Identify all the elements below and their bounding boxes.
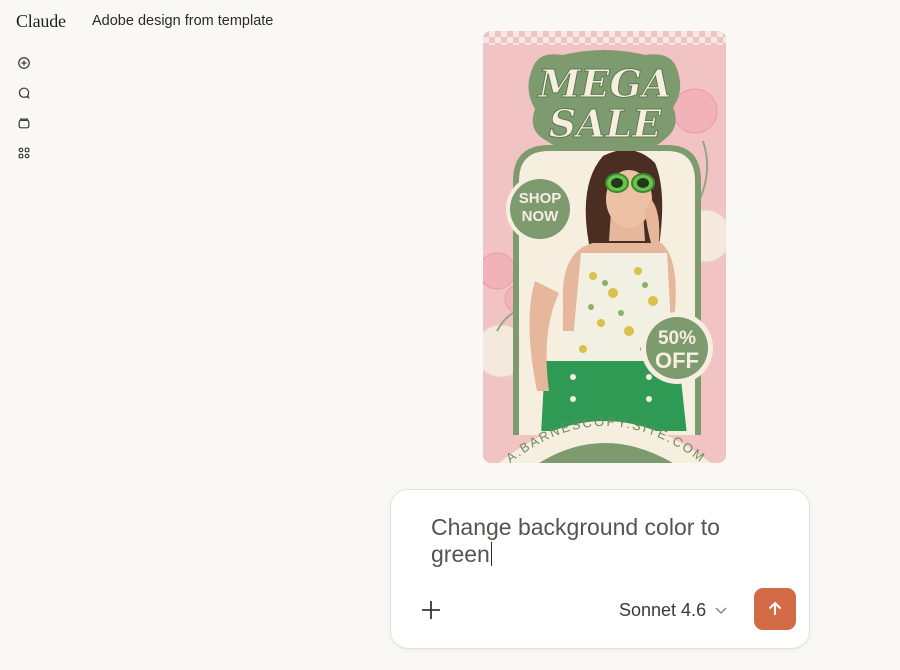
- poster-preview[interactable]: MEGA SALE SHOP NOW 50% OFF A.BARNESCOPY.…: [483, 31, 726, 463]
- message-composer: Change background color to green Sonnet …: [390, 489, 810, 649]
- message-input-text: Change background color to green: [431, 514, 727, 567]
- text-caret: [490, 542, 492, 566]
- artifacts-button[interactable]: [14, 143, 34, 163]
- new-chat-button[interactable]: [14, 53, 34, 73]
- checker-border: [483, 31, 726, 45]
- chats-button[interactable]: [14, 83, 34, 103]
- projects-button[interactable]: [14, 113, 34, 133]
- chevron-down-icon: [714, 603, 728, 617]
- message-input[interactable]: Change background color to green: [431, 514, 771, 568]
- poster-title-line1: MEGA: [537, 61, 672, 106]
- send-button[interactable]: [754, 588, 796, 630]
- shop-now-line1: SHOP: [519, 190, 562, 207]
- new-chat-icon: [18, 57, 30, 69]
- sidebar-rail: [14, 53, 34, 173]
- model-selector[interactable]: Sonnet 4.6: [619, 597, 728, 623]
- plus-icon: [422, 601, 440, 619]
- model-label: Sonnet 4.6: [619, 599, 707, 620]
- shop-now-line2: NOW: [522, 208, 560, 225]
- discount-line1: 50%: [658, 328, 696, 349]
- poster-canvas: MEGA SALE SHOP NOW 50% OFF A.BARNESCOPY.…: [483, 31, 726, 463]
- discount-line2: OFF: [655, 348, 699, 373]
- artifacts-icon: [18, 147, 30, 159]
- add-attachment-button[interactable]: [419, 598, 443, 622]
- arrow-up-icon: [768, 601, 782, 615]
- chats-icon: [18, 87, 30, 99]
- projects-icon: [18, 118, 30, 129]
- poster-title-line2: SALE: [549, 101, 663, 146]
- chat-title[interactable]: Adobe design from template: [92, 13, 273, 29]
- claude-logo[interactable]: Claude: [16, 11, 66, 32]
